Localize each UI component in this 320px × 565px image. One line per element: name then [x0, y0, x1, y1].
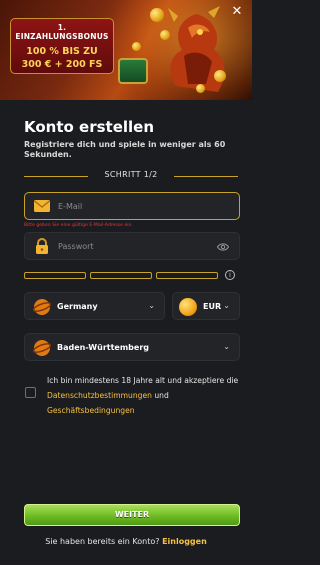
currency-select[interactable]: EUR ⌄ [172, 292, 240, 320]
country-flag-icon [33, 299, 51, 315]
step-indicator: SCHRITT 1/2 [24, 170, 238, 182]
email-placeholder: E-Mail [58, 202, 83, 211]
page-title: Konto erstellen [24, 118, 155, 136]
region-select[interactable]: Baden-Württemberg ⌄ [24, 333, 240, 361]
email-field[interactable]: E-Mail [24, 192, 240, 220]
chevron-down-icon: ⌄ [148, 301, 155, 310]
login-link[interactable]: Einloggen [162, 537, 207, 546]
currency-value: EUR [203, 302, 222, 311]
email-error-message: Bitte geben Sie eine gültige E-Mail-Adre… [24, 223, 133, 228]
bonus-amount-line1: 100 % BIS ZU [26, 46, 98, 57]
coin-decoration [214, 70, 226, 82]
password-placeholder: Passwort [58, 242, 94, 251]
password-field[interactable]: Passwort [24, 232, 240, 260]
region-value: Baden-Württemberg [57, 343, 150, 352]
login-prompt: Sie haben bereits ein Konto? [45, 537, 160, 546]
login-prompt-row: Sie haben bereits ein Konto? Einloggen [0, 537, 252, 546]
coin-decoration [150, 8, 164, 22]
terms-of-service-link[interactable]: Geschäftsbedingungen [47, 406, 135, 415]
privacy-policy-link[interactable]: Datenschutzbestimmungen [47, 391, 152, 400]
page-subtitle: Registriere dich und spiele in weniger a… [24, 140, 226, 159]
chevron-down-icon: ⌄ [223, 301, 230, 310]
bonus-title: 1. EINZAHLUNGSBONUS [15, 23, 109, 41]
envelope-icon [34, 200, 50, 212]
treasure-chest [118, 58, 148, 84]
region-flag-icon [33, 340, 51, 356]
chevron-down-icon: ⌄ [223, 342, 230, 351]
coin-decoration [132, 42, 141, 51]
country-select[interactable]: Germany ⌄ [24, 292, 165, 320]
terms-checkbox[interactable] [25, 387, 36, 398]
continue-button[interactable]: WEITER [24, 504, 240, 526]
step-label: SCHRITT 1/2 [104, 170, 158, 179]
coin-icon [179, 298, 197, 316]
eye-icon[interactable] [217, 242, 229, 252]
bonus-card: 1. EINZAHLUNGSBONUS 100 % BIS ZU 300 € +… [10, 18, 114, 74]
password-strength-bar [90, 272, 152, 279]
terms-prefix: Ich bin mindestens 18 Jahre alt und akze… [47, 376, 239, 385]
coin-decoration [196, 84, 205, 93]
step-divider-right [174, 176, 238, 177]
lock-icon [36, 238, 48, 254]
password-strength-bar [24, 272, 86, 279]
terms-text: Ich bin mindestens 18 Jahre alt und akze… [47, 373, 242, 418]
terms-and: und [151, 391, 169, 400]
close-icon[interactable]: ✕ [229, 4, 245, 20]
coin-decoration [160, 30, 170, 40]
info-icon[interactable]: i [225, 270, 235, 280]
promo-banner: 1. EINZAHLUNGSBONUS 100 % BIS ZU 300 € +… [0, 0, 252, 100]
country-value: Germany [57, 302, 98, 311]
bonus-amount-line2: 300 € + 200 FS [21, 59, 103, 70]
registration-modal: 1. EINZAHLUNGSBONUS 100 % BIS ZU 300 € +… [0, 0, 252, 565]
password-strength-bar [156, 272, 218, 279]
